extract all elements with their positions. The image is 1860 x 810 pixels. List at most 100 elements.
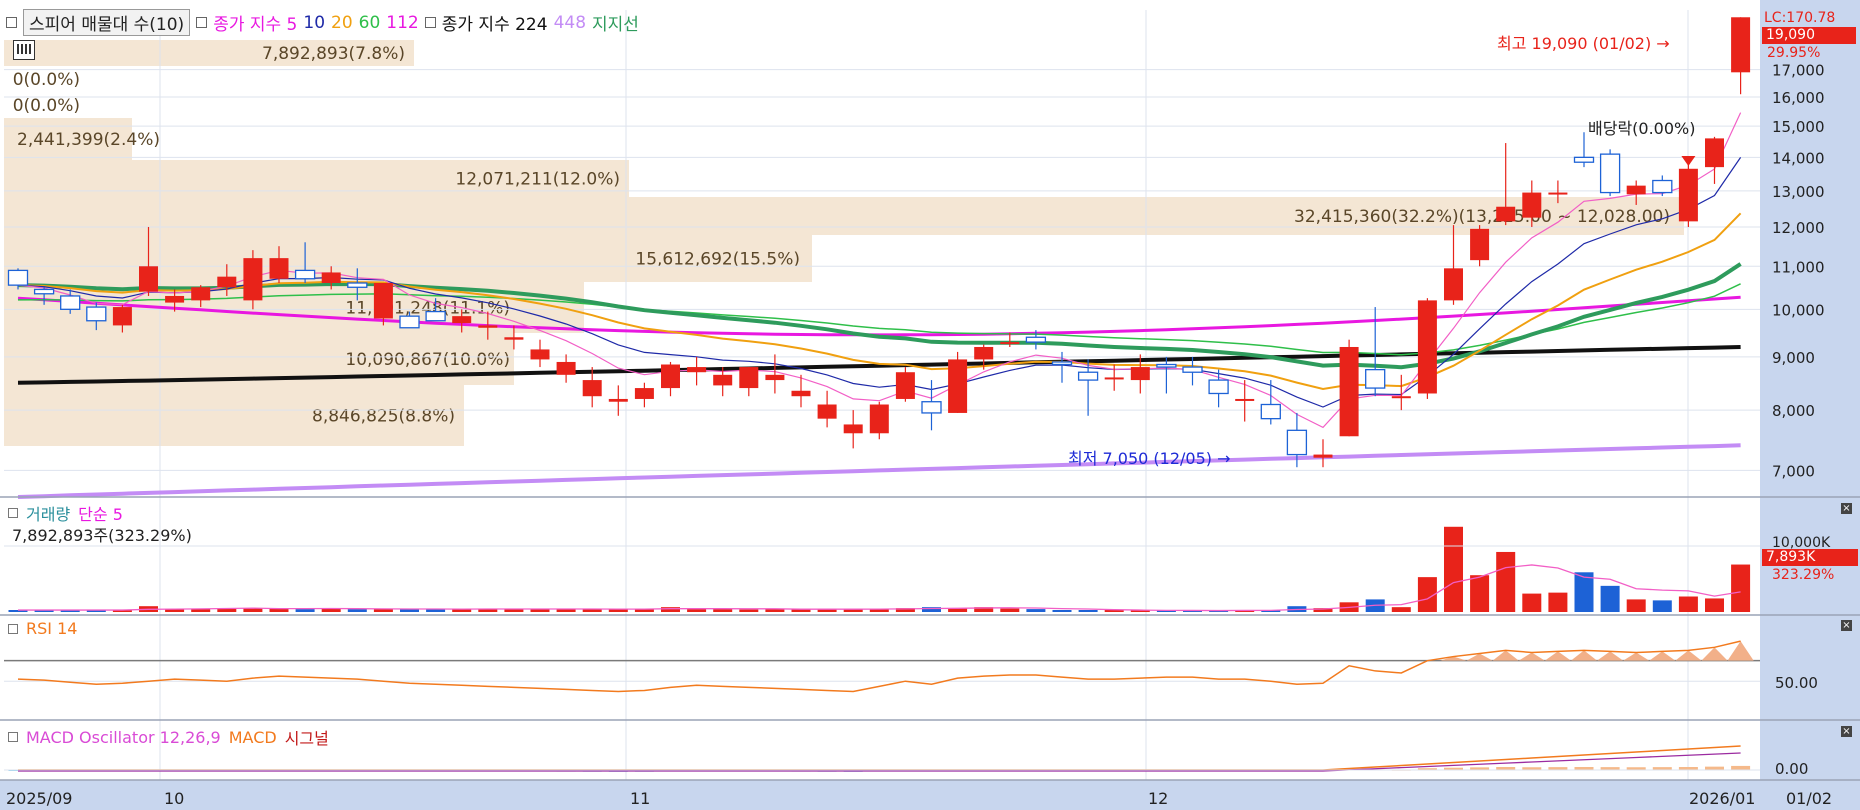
candle-body [1522,192,1542,218]
macd-panel-title: MACD Oscillator 12,26,9 MACD 시그널 [8,725,329,749]
candle-body [1705,138,1724,168]
candle-body [582,380,602,397]
legend-toggle-icon[interactable] [424,17,436,28]
candle-body [765,374,785,381]
candle-body [1000,342,1020,345]
legend-ma5: 종가 지수 5 [213,15,298,35]
candle-body [791,390,811,397]
candle-body [817,404,837,419]
macd-osc-title: MACD Oscillator 12,26,9 [26,727,221,747]
chart-canvas[interactable]: 7,892,893(7.8%) 0(0.0%) 0(0.0%) 2,441,399(2… [0,0,1860,810]
candle-body [452,316,472,324]
legend-toggle-icon[interactable] [8,623,18,634]
rsi-panel-title: RSI 14 [8,619,77,638]
candle-body [1470,228,1490,261]
volume-bar [1000,608,1020,612]
candle-body [1156,363,1177,368]
price-tick-label: 9,000 [1772,349,1815,367]
close-volume-panel-icon[interactable]: × [1841,503,1852,514]
candle-body [608,398,628,402]
candle-body [139,266,158,292]
candle-body [869,404,889,434]
candle-body [1652,179,1673,194]
candle-body [1051,361,1073,366]
current-price-tag: 19,090 [1762,27,1856,44]
candle-body [687,367,707,373]
candle-body [347,282,368,288]
candle-body [713,374,733,386]
price-tick-label: 7,000 [1772,462,1815,480]
date-label: 10 [164,789,185,808]
legend-ma224: 종가 지수 224 [441,15,548,35]
legend-toggle-icon[interactable] [8,732,18,742]
volume-bar [1626,599,1646,612]
low-annotation: 최저 7,050 (12/05) → [1068,449,1231,468]
candle-body [165,295,185,303]
macd-osc-bar [1731,765,1751,770]
macd-label: MACD [228,727,277,747]
candle-body [373,283,393,319]
date-label: 11 [630,789,651,808]
change-pct: 29.95% [1767,45,1821,61]
date-label: 2025/09 [6,789,73,808]
price-tick-label: 13,000 [1772,183,1825,201]
candle-body [294,269,316,280]
volume-bar [1678,596,1698,612]
volume-profile-label: 0(0.0%) [13,96,80,116]
candle-body [1339,346,1359,437]
candle-body [243,258,263,301]
calculator-icon[interactable] [13,40,35,60]
volume-bar [1026,609,1046,612]
macd-osc-bar [1705,766,1724,770]
volume-bar [1548,592,1568,612]
candle-body [1025,336,1047,343]
candle-body [661,364,680,389]
volume-bar [1705,598,1724,612]
volume-profile-label: 7,892,893(7.8%) [262,44,405,64]
volume-profile-label: 8,846,825(8.8%) [312,407,455,427]
volume-profile-label: 32,415,360(32.2%)(13,225.00 ~ 12,028.00) [1294,207,1670,227]
date-axis-bg [0,780,1860,810]
legend-ma448: 448 [553,12,587,33]
candle-body [1313,454,1333,458]
candle-body [60,295,81,310]
candle-body [843,424,863,434]
candle-body [1731,17,1751,73]
candle-body [399,315,420,329]
price-tick-label: 15,000 [1772,118,1825,136]
volume-bar [1444,526,1463,612]
candle-body [478,325,498,328]
volume-bar [347,609,367,612]
candle-body [1599,153,1621,194]
volume-bar [1600,585,1620,612]
price-tick-label: 17,000 [1772,62,1825,80]
candle-body [948,359,968,413]
rsi-axis-tick: 50.00 [1775,674,1818,692]
candle-body [530,349,550,360]
candle-body [7,269,29,286]
volume-bar [1052,610,1072,612]
candle-body [974,346,994,360]
candle-body [1182,366,1203,373]
legend-toggle-icon[interactable] [6,17,17,28]
dividend-annotation: 배당락(0.00%) [1588,119,1696,138]
candle-body [1548,192,1568,195]
volume-bar [661,607,680,612]
lc-label: LC:170.78 [1764,10,1836,26]
macd-axis-tick: 0.00 [1775,760,1809,778]
legend-toggle-icon[interactable] [8,508,18,518]
legend-ma112: 112 [386,12,419,33]
legend-toggle-icon[interactable] [196,17,208,28]
date-label: 2026/01 [1689,789,1756,808]
candle-body [1286,429,1308,456]
close-macd-panel-icon[interactable]: × [1841,726,1852,737]
legend-bar: 스피어 매물대 수(10) 종가 지수 5 10 20 60 112 종가 지수… [6,9,639,36]
indicator-button[interactable]: 스피어 매물대 수(10) [23,9,191,36]
volume-current-tag: 7,893K [1762,549,1858,566]
candle-body [1077,371,1099,381]
volume-bar [713,609,733,612]
candle-body [634,388,654,399]
close-rsi-panel-icon[interactable]: × [1841,620,1852,631]
volume-bar [687,609,707,612]
legend-ma60: 60 [358,12,381,33]
